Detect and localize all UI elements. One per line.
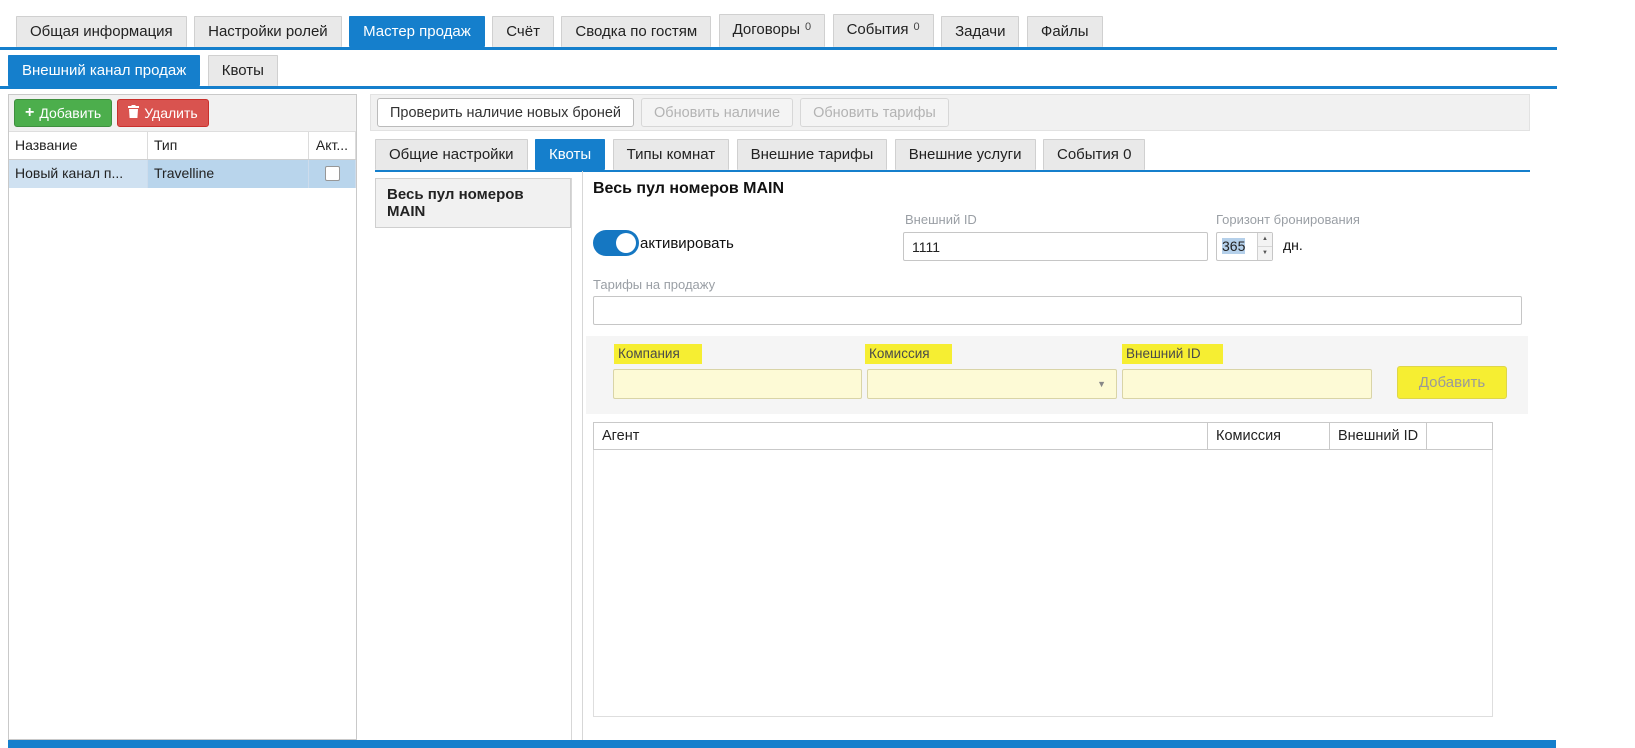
agents-table: Агент Комиссия Внешний ID [593,422,1493,717]
tab-contracts-badge: 0 [805,21,811,33]
column-header-type[interactable]: Тип [148,132,309,159]
tab-external-services[interactable]: Внешние услуги [895,139,1036,170]
activate-row: активировать [593,230,734,256]
bottom-accent-strip [8,740,1556,748]
spinner-buttons: ▲ ▼ [1257,233,1272,260]
tab-general-settings[interactable]: Общие настройки [375,139,528,170]
channel-detail-panel: Проверить наличие новых броней Обновить … [370,94,1530,740]
sale-tariffs-label: Тарифы на продажу [593,277,715,292]
add-channel-button[interactable]: + Добавить [14,99,112,127]
channels-panel: + Добавить Удалить Название Тип Акт... Н… [8,94,357,740]
booking-horizon-unit: дн. [1283,237,1303,253]
panel-splitter[interactable] [357,94,370,740]
tab-events[interactable]: События 0 [833,14,934,47]
agent-add-form: Компания Комиссия ▼ Внешний ID Добавить [586,336,1528,414]
company-input[interactable] [613,369,862,399]
column-header-commission[interactable]: Комиссия [1208,423,1330,449]
pool-detail: Весь пул номеров MAIN активировать Внешн… [582,171,1530,740]
settings-tabbar: Общие настройки Квоты Типы комнат Внешни… [370,139,1530,172]
tab-contracts-label: Договоры [733,21,800,38]
column-header-empty [1427,423,1492,449]
room-pool-list: Весь пул номеров MAIN [375,178,572,740]
tab-room-types[interactable]: Типы комнат [613,139,730,170]
update-tariffs-button[interactable]: Обновить тарифы [800,98,949,127]
commission-select[interactable]: ▼ [867,369,1117,399]
company-label: Компания [614,344,702,364]
agent-external-id-input[interactable] [1122,369,1372,399]
active-checkbox[interactable] [325,166,340,181]
tab-sales-master[interactable]: Мастер продаж [349,16,485,47]
agents-table-header: Агент Комиссия Внешний ID [593,422,1493,450]
commission-label: Комиссия [865,344,952,364]
external-id-label: Внешний ID [905,212,977,227]
channels-grid-header: Название Тип Акт... [9,132,356,160]
channel-tabbar: Внешний канал продаж Квоты [0,50,1635,89]
tab-tasks[interactable]: Задачи [941,16,1019,47]
tab-quotas[interactable]: Квоты [535,139,605,170]
tab-role-settings[interactable]: Настройки ролей [194,16,342,47]
add-channel-label: Добавить [39,105,101,121]
column-header-active[interactable]: Акт... [309,132,356,159]
chevron-down-icon: ▼ [1097,379,1108,389]
plus-icon: + [25,106,34,120]
pool-title: Весь пул номеров MAIN [593,180,784,198]
main-tabbar: Общая информация Настройки ролей Мастер … [0,0,1635,50]
delete-channel-button[interactable]: Удалить [117,99,208,127]
channels-toolbar: + Добавить Удалить [9,95,356,132]
tab-invoice[interactable]: Счёт [492,16,554,47]
spinner-down-icon[interactable]: ▼ [1258,247,1272,260]
tab-events-badge: 0 [914,21,920,33]
app-window: Общая информация Настройки ролей Мастер … [0,0,1635,748]
column-header-external-id[interactable]: Внешний ID [1330,423,1427,449]
channel-active-cell [309,160,356,188]
quotas-content: Весь пул номеров MAIN Весь пул номеров M… [370,171,1530,740]
spinner-up-icon[interactable]: ▲ [1258,233,1272,247]
tab-events-label: События [847,21,909,38]
tab-contracts[interactable]: Договоры 0 [719,14,826,47]
booking-horizon-label: Горизонт бронирования [1216,212,1360,227]
agents-table-body [593,450,1493,717]
activate-label: активировать [640,235,734,252]
update-availability-button[interactable]: Обновить наличие [641,98,793,127]
activate-toggle[interactable] [593,230,639,256]
sale-tariffs-input[interactable] [593,296,1522,325]
agent-external-id-label: Внешний ID [1122,344,1223,364]
tab-general-info[interactable]: Общая информация [16,16,187,47]
check-new-bookings-button[interactable]: Проверить наличие новых броней [377,98,634,127]
tab-guest-summary[interactable]: Сводка по гостям [561,16,711,47]
tab-external-tariffs[interactable]: Внешние тарифы [737,139,888,170]
tab-external-sales-channel[interactable]: Внешний канал продаж [8,55,200,86]
external-id-input[interactable] [903,232,1208,261]
trash-icon [128,105,139,121]
tab-quotas-outer[interactable]: Квоты [208,55,278,86]
tab-events-inner[interactable]: События 0 [1043,139,1145,170]
channel-actions-toolbar: Проверить наличие новых броней Обновить … [370,94,1530,131]
tab-files[interactable]: Файлы [1027,16,1103,47]
column-header-agent[interactable]: Агент [594,423,1208,449]
delete-channel-label: Удалить [144,105,197,121]
booking-horizon-value[interactable]: 365 [1222,238,1245,254]
add-agent-button[interactable]: Добавить [1397,366,1507,399]
column-header-name[interactable]: Название [9,132,148,159]
toggle-knob [616,233,636,253]
channel-type-cell: Travelline [148,160,309,188]
channel-tabbar-underline [0,86,1557,89]
channel-row[interactable]: Новый канал п... Travelline [9,160,356,188]
room-pool-item[interactable]: Весь пул номеров MAIN [375,178,571,228]
booking-horizon-spinner[interactable]: 365 ▲ ▼ [1216,232,1273,261]
channel-name-cell: Новый канал п... [9,160,148,188]
